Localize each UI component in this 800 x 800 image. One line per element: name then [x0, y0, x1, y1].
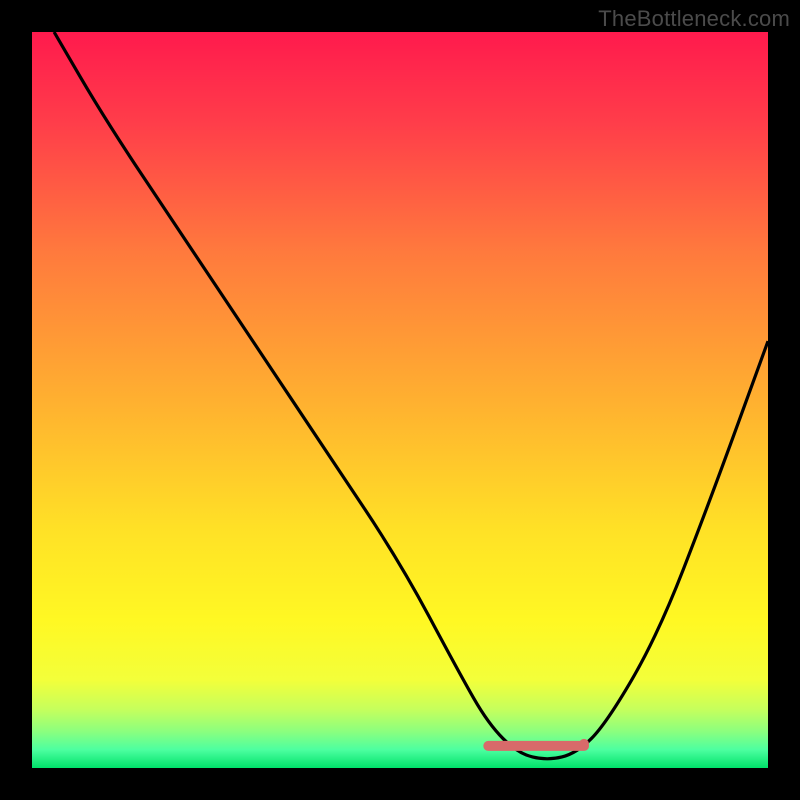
bottleneck-curve	[54, 32, 768, 759]
optimal-range-end-dot	[579, 739, 589, 749]
plot-area	[32, 32, 768, 768]
chart-frame: TheBottleneck.com	[0, 0, 800, 800]
watermark-label: TheBottleneck.com	[598, 6, 790, 32]
curve-layer	[32, 32, 768, 768]
